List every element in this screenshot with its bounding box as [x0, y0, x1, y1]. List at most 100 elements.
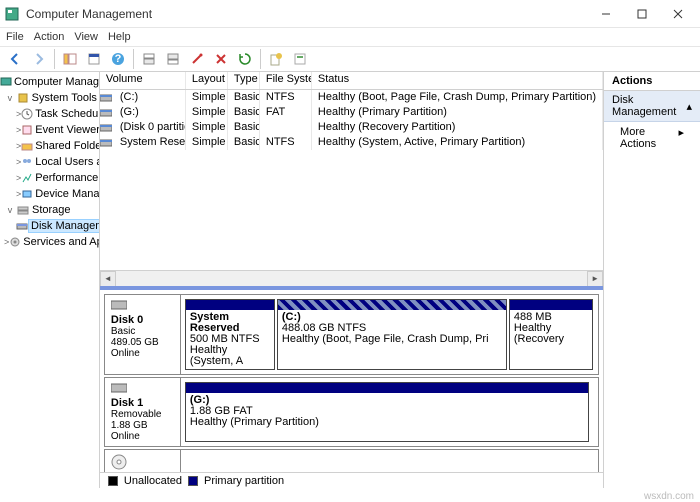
group-icon: [16, 92, 30, 104]
toolbar: ?: [0, 46, 700, 72]
collapse-icon[interactable]: ▴: [686, 100, 692, 113]
col-volume[interactable]: Volume: [100, 72, 186, 89]
partition[interactable]: 488 MBHealthy (Recovery: [509, 299, 593, 370]
view-bottom-button[interactable]: [162, 48, 184, 70]
volume-row[interactable]: System Reserved Simple Basic NTFS Health…: [100, 135, 603, 150]
tree-item[interactable]: >Performance: [0, 170, 99, 186]
volume-list-header[interactable]: Volume Layout Type File System Status: [100, 72, 603, 90]
tree-group[interactable]: vStorage: [0, 202, 99, 218]
disk-label[interactable]: Disk 0 Basic 489.05 GB Online: [105, 295, 181, 374]
item-icon: [21, 156, 33, 168]
volume-icon: [100, 135, 114, 150]
partition-bar: [186, 300, 274, 310]
menu-help[interactable]: Help: [108, 31, 131, 43]
minimize-button[interactable]: [588, 0, 624, 28]
scroll-left-icon[interactable]: ◄: [100, 271, 116, 287]
tree-item[interactable]: >Device Manager: [0, 186, 99, 202]
col-filesystem[interactable]: File System: [260, 72, 312, 89]
chevron-right-icon: ▸: [678, 126, 684, 150]
legend-unallocated: Unallocated: [124, 475, 182, 487]
scroll-right-icon[interactable]: ►: [587, 271, 603, 287]
volume-icon: [100, 90, 114, 105]
forward-button[interactable]: [28, 48, 50, 70]
view-top-button[interactable]: [138, 48, 160, 70]
legend-swatch-primary: [188, 476, 198, 486]
volume-row[interactable]: (Disk 0 partition 3) Simple Basic Health…: [100, 120, 603, 135]
tree-pane[interactable]: Computer Management (Local vSystem Tools…: [0, 72, 100, 488]
disk-label[interactable]: CD-ROM 0 DVD (D:) No Media: [105, 450, 181, 472]
refresh-button[interactable]: [234, 48, 256, 70]
action2-button[interactable]: [289, 48, 311, 70]
disk-icon: [111, 299, 174, 314]
disk-label[interactable]: Disk 1 Removable 1.88 GB Online: [105, 378, 181, 446]
volume-icon: [100, 105, 114, 120]
legend-primary: Primary partition: [204, 475, 284, 487]
menu-view[interactable]: View: [74, 31, 98, 43]
disk-row[interactable]: CD-ROM 0 DVD (D:) No Media: [104, 449, 599, 472]
properties-button[interactable]: [83, 48, 105, 70]
tree-item[interactable]: >Shared Folders: [0, 138, 99, 154]
col-status[interactable]: Status: [312, 72, 603, 89]
action1-button[interactable]: [265, 48, 287, 70]
svg-text:?: ?: [115, 53, 122, 65]
item-icon: [21, 188, 33, 200]
help-button[interactable]: ?: [107, 48, 129, 70]
partition-bar: [510, 300, 592, 310]
partitions: System Reserved500 MB NTFSHealthy (Syste…: [181, 295, 598, 374]
menu-bar: File Action View Help: [0, 28, 700, 46]
actions-header: Actions: [604, 72, 700, 91]
item-icon: [21, 124, 33, 136]
workspace: Computer Management (Local vSystem Tools…: [0, 72, 700, 488]
disk-icon: [111, 454, 174, 472]
tree-item[interactable]: >Task Scheduler: [0, 106, 99, 122]
disk-graphical-view[interactable]: Disk 0 Basic 489.05 GB Online System Res…: [100, 286, 603, 472]
disk-icon: [111, 382, 174, 397]
title-bar: Computer Management: [0, 0, 700, 28]
partition[interactable]: System Reserved500 MB NTFSHealthy (Syste…: [185, 299, 275, 370]
tree-group[interactable]: vSystem Tools: [0, 90, 99, 106]
disk-row[interactable]: Disk 0 Basic 489.05 GB Online System Res…: [104, 294, 599, 375]
partition[interactable]: (G:)1.88 GB FATHealthy (Primary Partitio…: [185, 382, 589, 442]
legend: Unallocated Primary partition: [100, 472, 603, 488]
actions-pane: Actions Disk Management ▴ More Actions ▸: [604, 72, 700, 488]
tree-root[interactable]: Computer Management (Local: [0, 74, 99, 90]
center-pane: Volume Layout Type File System Status (C…: [100, 72, 604, 488]
horizontal-scrollbar[interactable]: ◄ ►: [100, 270, 603, 286]
close-button[interactable]: [660, 0, 696, 28]
actions-more[interactable]: More Actions ▸: [604, 122, 700, 154]
tree-item[interactable]: Disk Management: [0, 218, 99, 234]
item-icon: [21, 108, 33, 120]
window-title: Computer Management: [26, 7, 588, 21]
partitions: (G:)1.88 GB FATHealthy (Primary Partitio…: [181, 378, 598, 446]
partitions: [181, 450, 598, 472]
volume-row[interactable]: (G:) Simple Basic FAT Healthy (Primary P…: [100, 105, 603, 120]
disk-row[interactable]: Disk 1 Removable 1.88 GB Online (G:)1.88…: [104, 377, 599, 447]
app-icon: [4, 6, 20, 22]
group-icon: [16, 204, 30, 216]
volume-row[interactable]: (C:) Simple Basic NTFS Healthy (Boot, Pa…: [100, 90, 603, 105]
tree-item[interactable]: >Local Users and Groups: [0, 154, 99, 170]
watermark: wsxdn.com: [644, 491, 694, 502]
expand-icon[interactable]: v: [4, 93, 16, 103]
partition-bar: [278, 300, 506, 310]
maximize-button[interactable]: [624, 0, 660, 28]
col-type[interactable]: Type: [228, 72, 260, 89]
item-icon: [21, 140, 33, 152]
tree-group[interactable]: >Services and Applications: [0, 234, 99, 250]
actions-section[interactable]: Disk Management ▴: [604, 91, 700, 122]
col-layout[interactable]: Layout: [186, 72, 228, 89]
computer-icon: [0, 76, 12, 88]
show-hide-tree-button[interactable]: [59, 48, 81, 70]
partition[interactable]: (C:)488.08 GB NTFSHealthy (Boot, Page Fi…: [277, 299, 507, 370]
menu-file[interactable]: File: [6, 31, 24, 43]
expand-icon[interactable]: v: [4, 205, 16, 215]
item-icon: [16, 220, 28, 232]
volume-list[interactable]: (C:) Simple Basic NTFS Healthy (Boot, Pa…: [100, 90, 603, 270]
group-icon: [9, 236, 21, 248]
menu-action[interactable]: Action: [34, 31, 65, 43]
back-button[interactable]: [4, 48, 26, 70]
tree-item[interactable]: >Event Viewer: [0, 122, 99, 138]
volume-icon: [100, 120, 114, 135]
delete-button[interactable]: [210, 48, 232, 70]
settings-button[interactable]: [186, 48, 208, 70]
